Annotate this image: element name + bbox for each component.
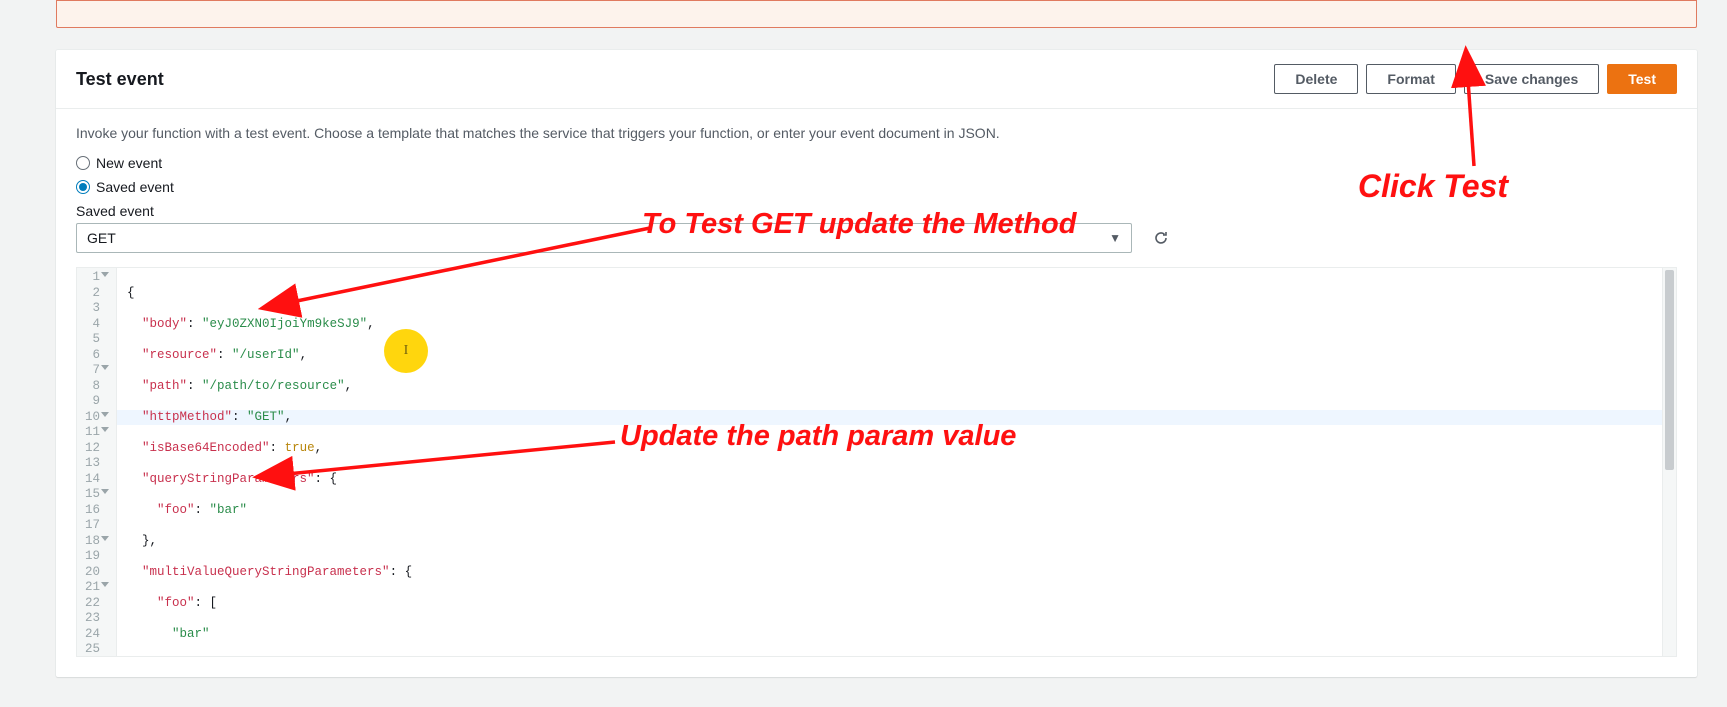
scrollbar-thumb[interactable] (1665, 270, 1674, 470)
radio-checked-icon (76, 180, 90, 194)
json-editor[interactable]: 1 234 56 7 89 10 11 121314 15 1617 18 19… (76, 267, 1677, 657)
saved-event-select[interactable]: GET ▼ (76, 223, 1132, 253)
alert-banner (56, 0, 1697, 28)
panel-title: Test event (76, 69, 164, 90)
test-event-panel: Test event Delete Format Save changes Te… (56, 50, 1697, 677)
editor-gutter: 1 234 56 7 89 10 11 121314 15 1617 18 19… (77, 268, 117, 656)
panel-body: Invoke your function with a test event. … (56, 109, 1697, 677)
delete-button[interactable]: Delete (1274, 64, 1358, 94)
radio-unchecked-icon (76, 156, 90, 170)
refresh-button[interactable] (1152, 229, 1170, 247)
radio-new-label: New event (96, 155, 162, 171)
radio-saved-event[interactable]: Saved event (76, 179, 1677, 195)
saved-event-row: GET ▼ (76, 223, 1677, 253)
editor-scrollbar[interactable] (1662, 268, 1676, 656)
refresh-icon (1153, 230, 1169, 246)
radio-new-event[interactable]: New event (76, 155, 1677, 171)
saved-event-label: Saved event (76, 203, 1677, 219)
panel-header: Test event Delete Format Save changes Te… (56, 50, 1697, 109)
editor-code[interactable]: { "body": "eyJ0ZXN0IjoiYm9keSJ9", "resou… (117, 268, 1662, 656)
format-button[interactable]: Format (1366, 64, 1455, 94)
button-row: Delete Format Save changes Test (1274, 64, 1677, 94)
test-button[interactable]: Test (1607, 64, 1677, 94)
select-value: GET (87, 230, 116, 246)
radio-saved-label: Saved event (96, 179, 174, 195)
caret-down-icon: ▼ (1109, 231, 1121, 245)
help-text: Invoke your function with a test event. … (76, 125, 1677, 141)
save-changes-button[interactable]: Save changes (1464, 64, 1599, 94)
